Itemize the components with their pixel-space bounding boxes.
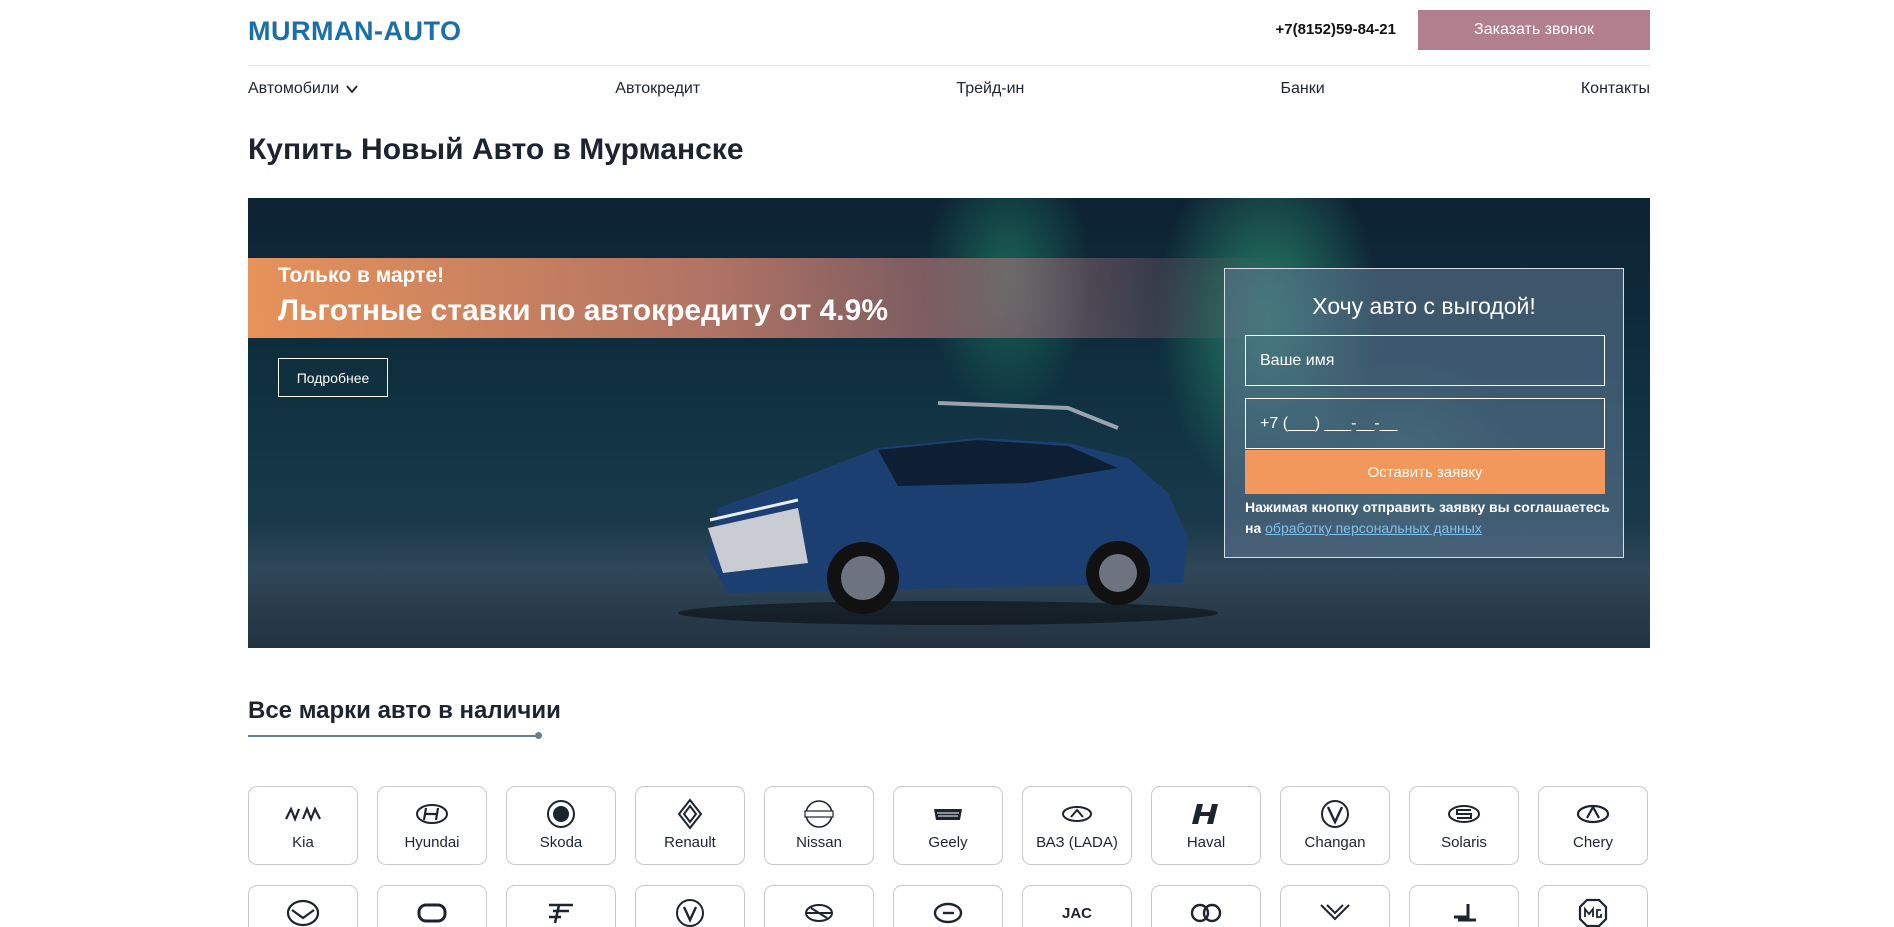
brand-card-jac[interactable]: JAC [1022,885,1132,927]
header-phone[interactable]: +7(8152)59-84-21 [1275,21,1396,38]
main-nav: Автомобили Автокредит Трейд-ин Банки Кон… [248,66,1650,112]
brand-logo-icon [765,898,873,927]
brand-card[interactable] [506,885,616,927]
title-underline [248,735,538,737]
brand-label: Solaris [1441,834,1487,851]
brand-card-hyundai[interactable]: Hyundai [377,786,487,865]
site-logo[interactable]: MURMAN-AUTO [248,16,461,47]
brand-label: Haval [1186,834,1226,851]
brand-logo-icon [894,898,1002,927]
brand-label: Kia [292,834,314,851]
lada-logo-icon [1023,799,1131,829]
brand-card[interactable] [893,885,1003,927]
brand-card-renault[interactable]: Renault [635,786,745,865]
hero-banner: Только в марте! Льготные ставки по авток… [248,198,1650,648]
brand-logo-icon [1152,898,1260,927]
brand-label: Changan [1304,834,1366,851]
brand-label: Skoda [539,834,583,851]
lead-form: Хочу авто с выгодой! Ваше имя +7 (___) _… [1224,268,1624,558]
brand-logo-icon [1410,898,1518,927]
renault-logo-icon [636,798,744,830]
hyundai-logo-icon [378,799,486,829]
more-button[interactable]: Подробнее [278,358,388,397]
name-field[interactable]: Ваше имя [1245,335,1605,386]
brand-card-kia[interactable]: Kia [248,786,358,865]
brand-label: Hyundai [404,834,460,851]
changan-logo-icon [1281,799,1389,829]
chery-logo-icon [1539,799,1647,829]
dongfeng-logo-icon [636,898,744,927]
brand-card-geely[interactable]: Geely [893,786,1003,865]
nav-item-contacts[interactable]: Контакты [1581,80,1650,98]
promo-headline: Льготные ставки по автокредиту от 4.9% [278,294,889,327]
brand-label: Nissan [796,834,842,851]
phone-field[interactable]: +7 (___) ___-__-__ [1245,398,1605,449]
title-underline-dot [535,732,542,739]
jac-logo-icon: JAC [1023,898,1131,927]
page-title: Купить Новый Авто в Мурманске [248,133,744,166]
consent-note: Нажимая кнопку отправить заявку вы согла… [1245,497,1615,539]
nav-item-label: Автомобили [248,80,340,97]
nav-item-cars[interactable]: Автомобили [248,80,359,98]
brand-card-skoda[interactable]: Skoda [506,786,616,865]
brand-label: ВАЗ (LADA) [1036,834,1118,851]
brand-card-dongfeng[interactable] [635,885,745,927]
brand-card[interactable] [1280,885,1390,927]
brand-card[interactable] [1409,885,1519,927]
brand-card[interactable] [1151,885,1261,927]
mazda-logo-icon [249,898,357,927]
brand-card-solaris[interactable]: Solaris [1409,786,1519,865]
nav-item-autocredit[interactable]: Автокредит [615,80,700,98]
privacy-link[interactable]: обработку персональных данных [1265,520,1482,536]
mg-logo-icon [1539,898,1647,927]
nav-item-trade-in[interactable]: Трейд-ин [956,80,1024,98]
brand-card-haval[interactable]: Haval [1151,786,1261,865]
site-header: MURMAN-AUTO +7(8152)59-84-21 Заказать зв… [248,0,1650,66]
brands-section-title: Все марки авто в наличии [248,697,561,724]
brand-card-lada[interactable]: ВАЗ (LADA) [1022,786,1132,865]
brand-logo-icon [378,898,486,927]
brand-label: Renault [664,834,716,851]
brand-card[interactable] [377,885,487,927]
chevron-down-icon [346,85,358,94]
nav-item-banks[interactable]: Банки [1281,80,1325,98]
brand-card-changan[interactable]: Changan [1280,786,1390,865]
solaris-logo-icon [1410,799,1518,829]
nissan-logo-icon [765,799,873,829]
brand-card[interactable] [764,885,874,927]
car-image [678,401,1218,625]
brand-label: Chery [1572,834,1613,851]
brand-card-mg[interactable] [1538,885,1648,927]
form-title: Хочу авто с выгодой! [1312,293,1536,319]
geely-logo-icon [894,799,1002,829]
callback-button[interactable]: Заказать звонок [1418,10,1650,50]
skoda-logo-icon [507,799,615,829]
brand-logo-icon [507,898,615,927]
kia-logo-icon [249,799,357,829]
haval-logo-icon [1152,799,1260,829]
jac-logo-text: JAC [1061,904,1092,922]
brand-label: Geely [928,834,968,851]
promo-subtitle: Только в марте! [278,264,445,287]
brand-card-nissan[interactable]: Nissan [764,786,874,865]
brand-logo-icon [1281,898,1389,927]
submit-button[interactable]: Оставить заявку [1245,450,1605,494]
brand-card-chery[interactable]: Chery [1538,786,1648,865]
brand-card-mazda[interactable] [248,885,358,927]
